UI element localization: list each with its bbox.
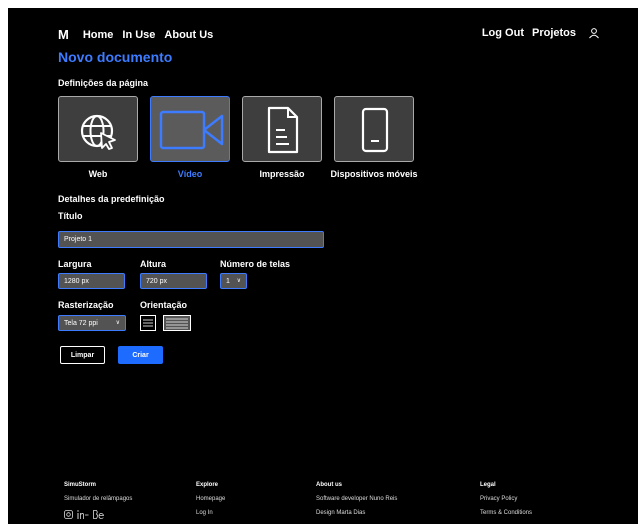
portrait-icon[interactable]: [140, 315, 156, 331]
orientation-label: Orientação: [140, 300, 188, 310]
clear-button[interactable]: Limpar: [60, 346, 105, 364]
card-web[interactable]: [58, 96, 138, 162]
top-nav: M Home In Use About Us: [58, 27, 222, 42]
social-links: [64, 510, 104, 519]
instagram-icon[interactable]: [64, 510, 73, 519]
logo[interactable]: M: [58, 27, 69, 42]
chevron-down-icon: ∨: [236, 278, 241, 284]
nav-link-about-us[interactable]: About Us: [164, 29, 213, 41]
footer-about-developer: Software developer Nuno Reis: [316, 496, 398, 502]
behance-icon[interactable]: [93, 510, 104, 519]
chevron-down-icon: ∨: [115, 320, 120, 326]
create-button[interactable]: Criar: [118, 346, 163, 364]
screens-label: Número de telas: [220, 259, 291, 269]
card-video-label: Vídeo: [177, 169, 203, 179]
footer-link-homepage[interactable]: Homepage: [196, 496, 225, 502]
landscape-icon[interactable]: [163, 315, 191, 331]
footer-explore-heading: Explore: [196, 482, 219, 488]
preset-heading: Detalhes da predefinição: [58, 194, 165, 204]
height-label: Altura: [140, 259, 167, 269]
nav-link-log-out[interactable]: Log Out: [482, 27, 524, 39]
mobile-device-icon: [361, 107, 389, 153]
nav-link-home[interactable]: Home: [83, 29, 114, 41]
screens-select-value: 1: [226, 277, 230, 285]
footer-about-design: Design Marta Dias: [316, 510, 366, 516]
footer-brand-heading: SimuStorm: [64, 482, 97, 488]
height-input[interactable]: 720 px: [140, 273, 207, 289]
page-settings-heading: Definições da página: [58, 78, 149, 88]
nav-link-projetos[interactable]: Projetos: [532, 27, 576, 39]
video-camera-icon: [159, 110, 224, 150]
raster-select-value: Tela 72 ppi: [64, 319, 98, 327]
page-title: Novo documento: [58, 49, 173, 65]
document-icon: [267, 106, 299, 154]
screens-select[interactable]: 1 ∨: [220, 273, 247, 289]
footer-about-heading: About us: [316, 482, 342, 488]
nav-link-in-use[interactable]: In Use: [122, 29, 155, 41]
width-label: Largura: [58, 259, 92, 269]
width-input[interactable]: 1280 px: [58, 273, 125, 289]
card-print[interactable]: [242, 96, 322, 162]
footer-link-privacy[interactable]: Privacy Policy: [480, 496, 517, 502]
title-input[interactable]: Projeto 1: [58, 231, 324, 248]
footer-brand-tagline: Simulador de relâmpagos: [64, 496, 133, 502]
raster-select[interactable]: Tela 72 ppi ∨: [58, 315, 126, 331]
top-nav-right: Log Out Projetos: [474, 27, 600, 39]
card-mobile-label: Dispositivos móveis: [330, 169, 418, 179]
title-label: Título: [58, 211, 83, 221]
footer-legal-heading: Legal: [480, 482, 496, 488]
card-mobile[interactable]: [334, 96, 414, 162]
raster-label: Rasterização: [58, 300, 114, 310]
footer-link-login[interactable]: Log In: [196, 510, 213, 516]
globe-cursor-icon: [80, 114, 116, 150]
linkedin-icon[interactable]: [77, 510, 89, 519]
card-video[interactable]: [150, 96, 230, 162]
footer-link-terms[interactable]: Terms & Conditions: [480, 510, 532, 516]
card-web-label: Web: [88, 169, 108, 179]
card-print-label: Impressão: [259, 169, 305, 179]
user-icon[interactable]: [588, 27, 600, 39]
app-window: M Home In Use About Us Log Out Projetos …: [8, 8, 638, 524]
